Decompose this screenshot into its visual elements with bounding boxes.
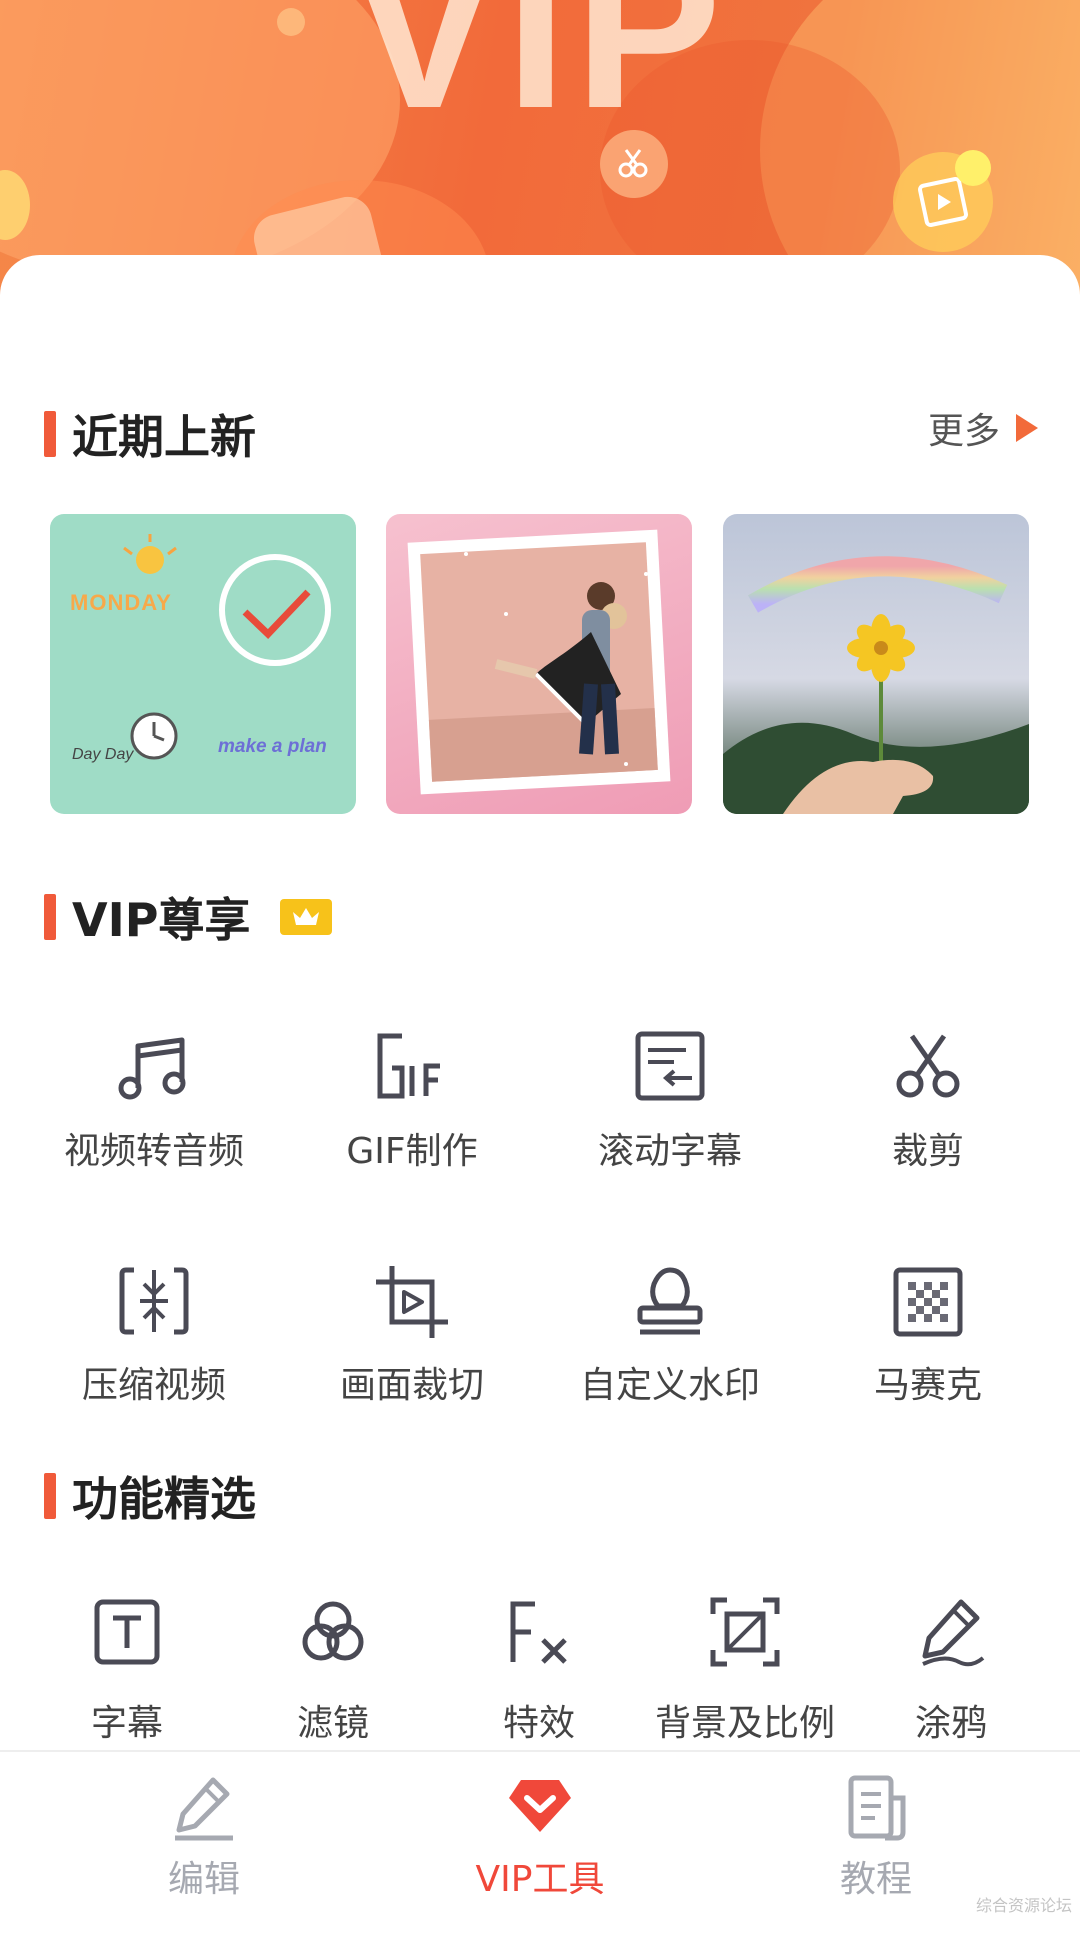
vip-item-scrolling-subtitle[interactable]: 滚动字幕: [540, 1028, 800, 1174]
feature-item-label: 涂鸦: [914, 1703, 987, 1744]
banner-decoration: [955, 150, 991, 186]
watermark: 综合资源论坛: [975, 1898, 1072, 1915]
thumb-text: make a plan: [218, 736, 327, 757]
vip-item-label: 画面裁切: [339, 1365, 484, 1406]
compress-icon: [119, 1267, 189, 1335]
scissors-badge-icon: [600, 130, 668, 198]
vip-item-label: 马赛克: [873, 1365, 982, 1406]
more-label: 更多: [927, 411, 1000, 452]
doodle-icon: [922, 1599, 985, 1667]
nav-tab-edit[interactable]: 编辑: [84, 1774, 324, 1902]
vip-item-label: 视频转音频: [63, 1131, 244, 1172]
edit-pencil-icon: [175, 1777, 233, 1841]
feature-item-label: 字幕: [90, 1703, 163, 1744]
vip-item-label: 自定义水印: [579, 1365, 760, 1406]
section-accent-bar: [44, 411, 56, 457]
nav-tab-label: 编辑: [167, 1859, 240, 1900]
vip-item-label: 滚动字幕: [597, 1131, 742, 1172]
feature-item-label: 滤镜: [296, 1703, 369, 1744]
vip-item-frame-crop[interactable]: 画面裁切: [282, 1262, 542, 1408]
thumb-text: MONDAY: [70, 590, 172, 615]
vip-item-label: 裁剪: [891, 1131, 964, 1172]
recent-thumbnail[interactable]: MONDAY make a plan Day Day: [50, 514, 356, 814]
section-vip-title: VIP尊享: [44, 893, 333, 947]
scroll-subtitle-icon: [635, 1031, 705, 1101]
section-features-title: 功能精选: [44, 1472, 256, 1526]
nav-tab-label: 教程: [839, 1859, 912, 1900]
banner-title: VIP: [350, 0, 730, 154]
stamp-icon: [637, 1267, 703, 1335]
music-note-icon: [118, 1037, 186, 1100]
crop-frame-icon: [376, 1266, 448, 1338]
feature-item-label: 背景及比例: [654, 1703, 835, 1744]
feature-item-label: 特效: [502, 1703, 575, 1744]
recent-thumbnail[interactable]: [386, 514, 692, 814]
section-accent-bar: [44, 894, 56, 940]
vip-item-compress-video[interactable]: 压缩视频: [24, 1262, 284, 1408]
text-icon: [94, 1599, 160, 1665]
recent-thumbnail[interactable]: [723, 514, 1029, 814]
section-recent-title: 近期上新: [44, 410, 256, 464]
feature-item-subtitle[interactable]: 字幕: [22, 1596, 232, 1746]
vip-item-gif[interactable]: GIF制作: [282, 1028, 542, 1174]
arrow-right-icon: [1016, 414, 1038, 442]
tutorial-doc-icon: [848, 1775, 906, 1841]
section-accent-bar: [44, 1473, 56, 1519]
crown-icon: [280, 899, 333, 935]
mosaic-icon: [893, 1267, 963, 1337]
vip-item-video-to-audio[interactable]: 视频转音频: [24, 1028, 284, 1174]
vip-item-label: GIF制作: [346, 1131, 478, 1172]
thumb-text: Day Day: [72, 746, 134, 763]
nav-tab-tutorial[interactable]: 教程: [756, 1774, 996, 1902]
feature-item-filter[interactable]: 滤镜: [228, 1596, 438, 1746]
vip-item-label: 压缩视频: [81, 1365, 226, 1406]
aspect-ratio-icon: [710, 1597, 780, 1667]
filter-icon: [302, 1601, 364, 1661]
bottom-navigation: 编辑 VIP工具 教程 综合资源论坛: [0, 1750, 1080, 1922]
feature-item-doodle[interactable]: 涂鸦: [846, 1596, 1056, 1746]
vip-item-mosaic[interactable]: 马赛克: [798, 1262, 1058, 1408]
nav-tab-label: VIP工具: [475, 1859, 605, 1900]
more-link[interactable]: 更多: [928, 402, 1038, 454]
scissors-icon: [896, 1034, 960, 1098]
fx-icon: [510, 1601, 567, 1664]
section-title-text: VIP尊享: [72, 893, 251, 947]
feature-item-background-ratio[interactable]: 背景及比例: [640, 1596, 850, 1746]
gif-icon: [377, 1033, 440, 1099]
feature-item-effects[interactable]: 特效: [434, 1596, 644, 1746]
nav-tab-vip-tools[interactable]: VIP工具: [420, 1774, 660, 1902]
section-title-text: 近期上新: [72, 410, 256, 464]
vip-icon: [509, 1780, 571, 1832]
vip-item-cut[interactable]: 裁剪: [798, 1028, 1058, 1174]
vip-item-custom-watermark[interactable]: 自定义水印: [540, 1262, 800, 1408]
section-title-text: 功能精选: [72, 1472, 256, 1526]
